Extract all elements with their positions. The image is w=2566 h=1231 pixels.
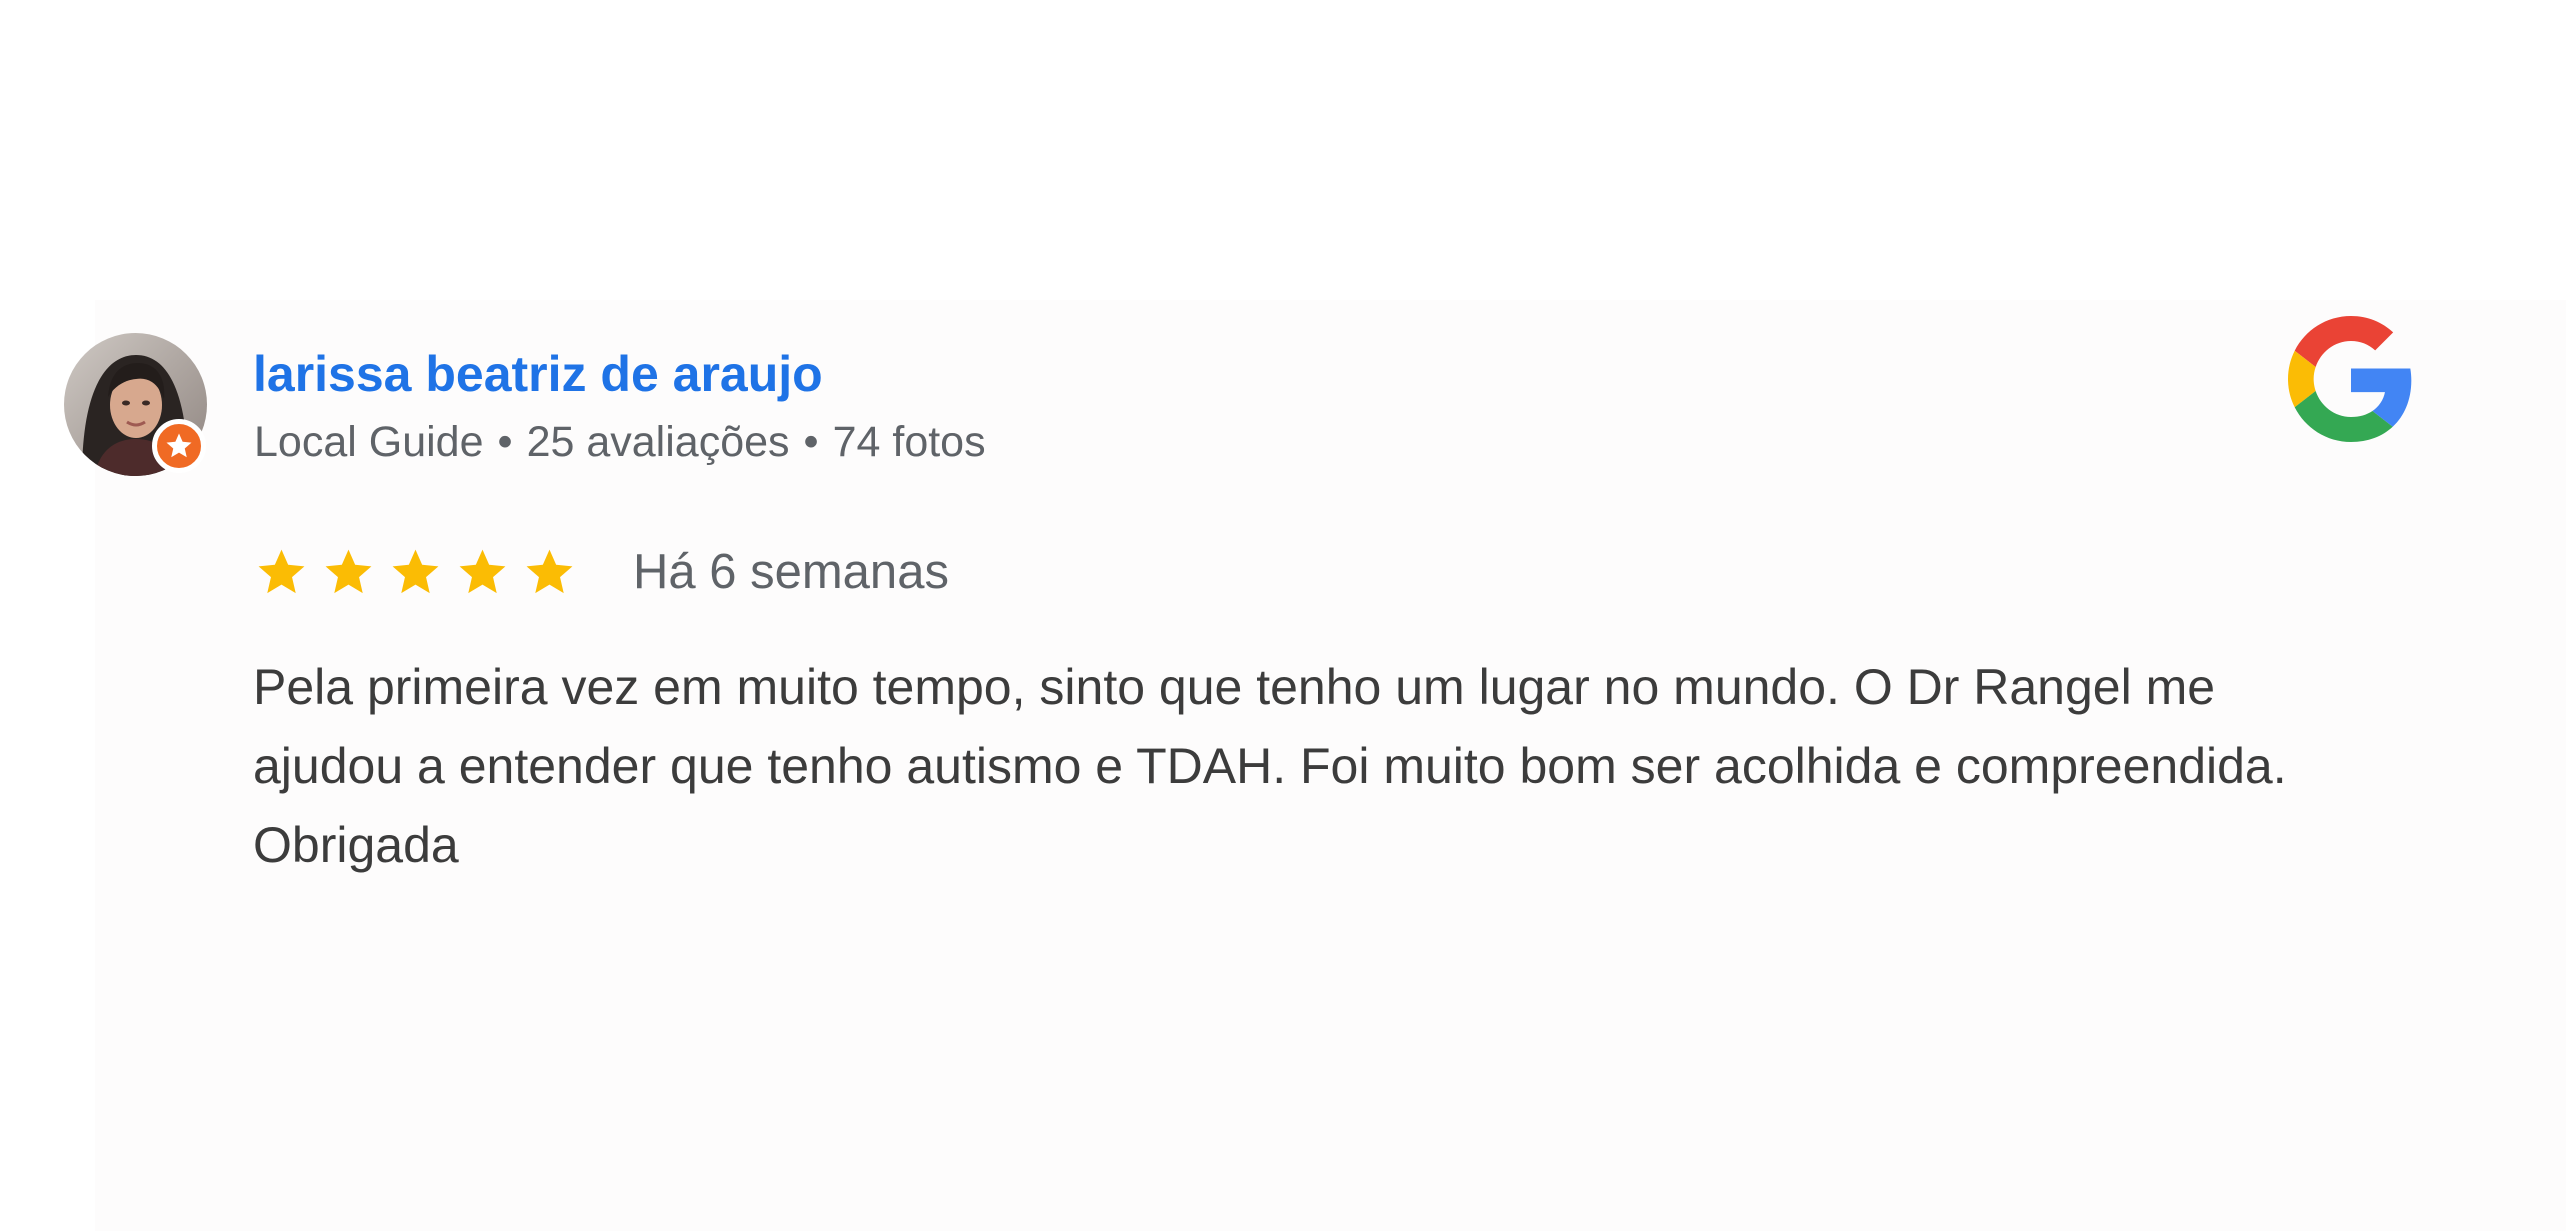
review-text: Pela primeira vez em muito tempo, sinto … [253,648,2553,885]
review-card: larissa beatriz de araujo Local Guide • 25… [0,0,2566,1231]
reviews-count: 25 avaliações [526,418,790,466]
review-text-line: Obrigada [253,817,459,873]
author-name[interactable]: larissa beatriz de araujo [253,339,823,409]
review-date: Há 6 semanas [633,545,949,599]
author-meta: Local Guide • 25 avaliações • 74 fotos [254,412,986,472]
local-guide-star-icon [152,419,206,473]
review-text-line: ajudou a entender que tenho autismo e TD… [253,738,2287,794]
photos-count: 74 fotos [832,418,986,466]
star-icon [459,549,506,593]
star-icon [325,549,372,593]
meta-separator: • [803,418,819,466]
meta-separator: • [497,418,513,466]
star-icon [526,549,573,593]
star-rating [254,545,589,600]
reviewer-avatar[interactable] [64,333,207,476]
author-level: Local Guide [254,418,484,466]
rating-row: Há 6 semanas [254,540,949,604]
star-icon [258,549,305,593]
google-g-logo [2288,316,2414,442]
review-text-line: Pela primeira vez em muito tempo, sinto … [253,659,2216,715]
star-icon [392,549,439,593]
